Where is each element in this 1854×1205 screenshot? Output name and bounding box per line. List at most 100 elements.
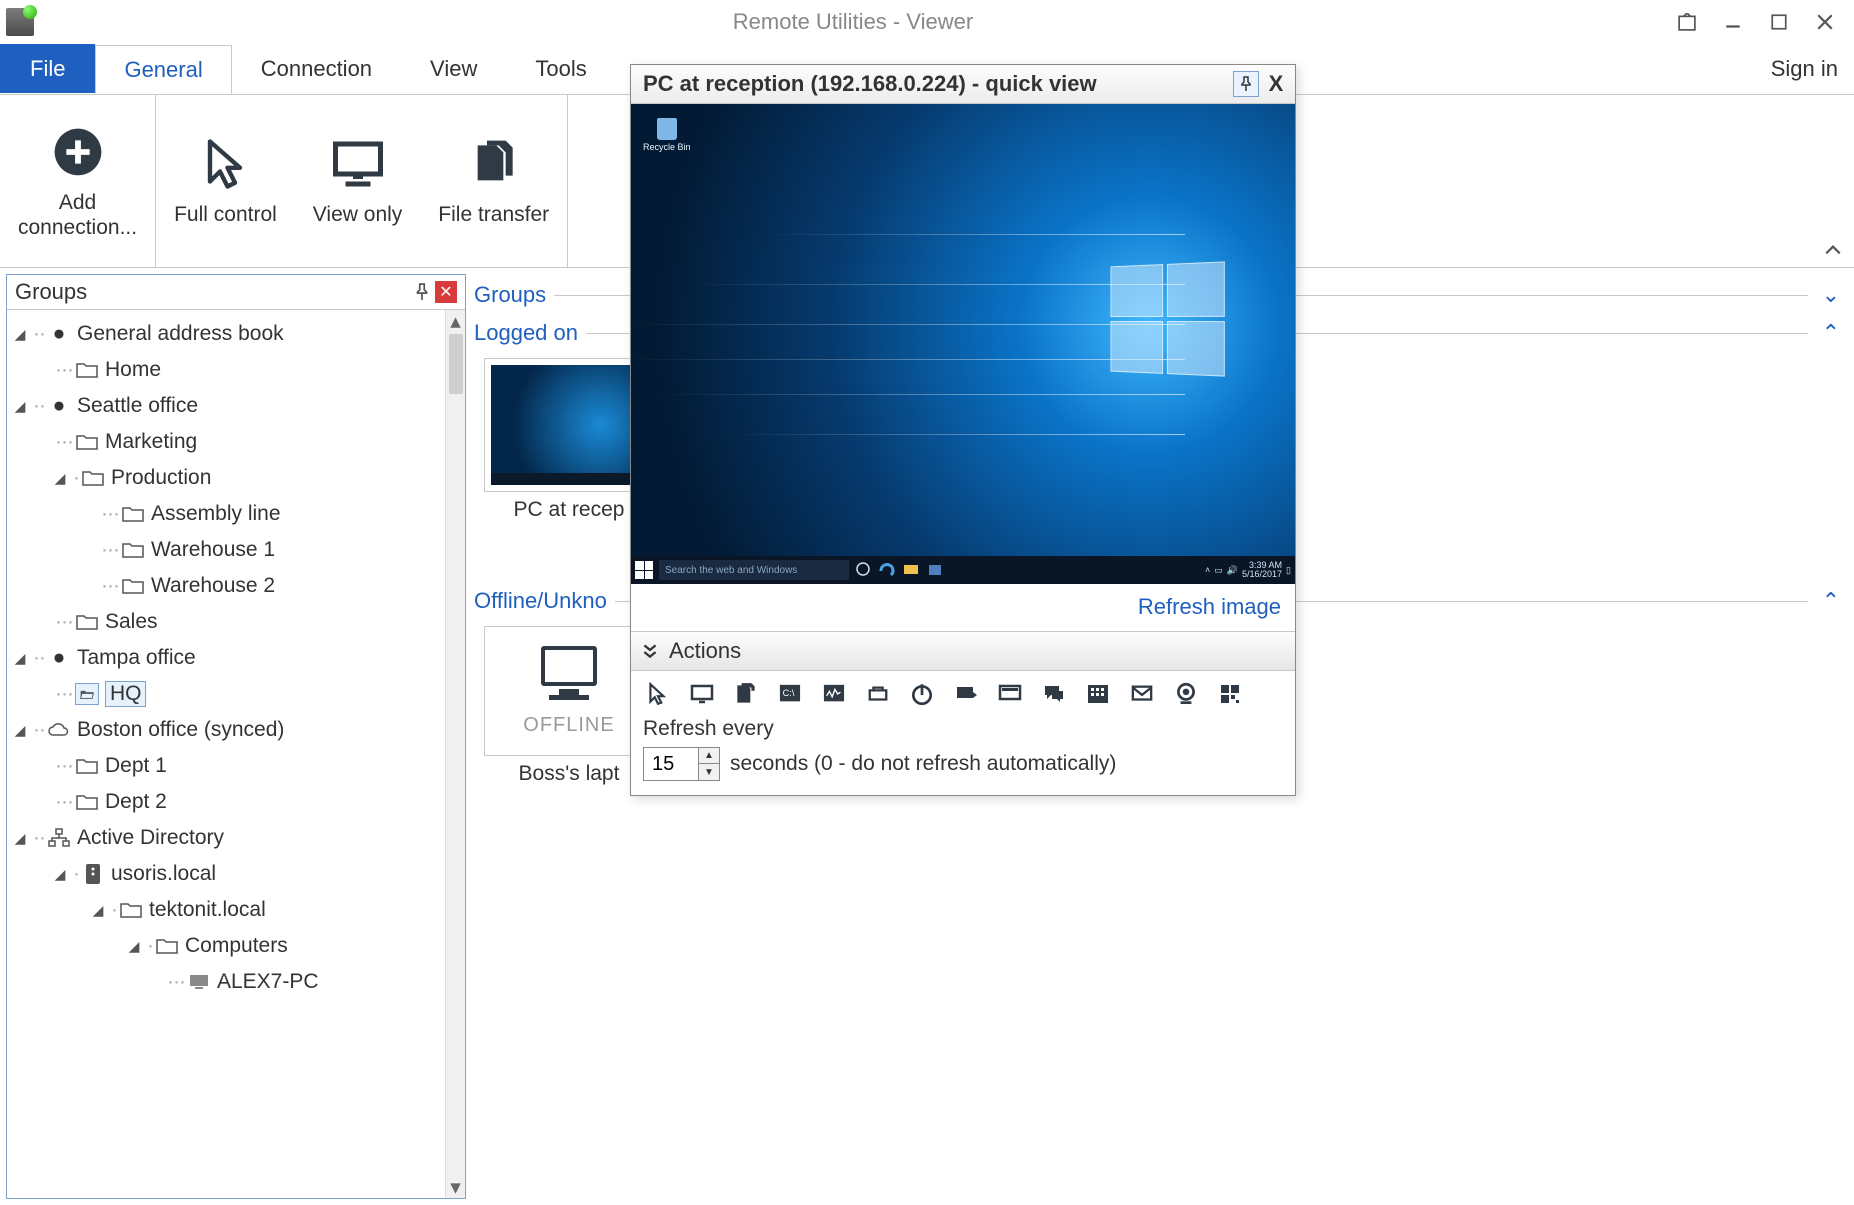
tree-item-tektonit[interactable]: ◢·tektonit.local: [13, 892, 437, 928]
folder-open-icon: [75, 683, 99, 705]
window-title: Remote Utilities - Viewer: [42, 9, 1664, 35]
full-control-label: Full control: [174, 202, 277, 227]
offline-label: OFFLINE: [523, 714, 614, 737]
chat-icon[interactable]: [1039, 681, 1069, 707]
actions-header[interactable]: Actions: [631, 631, 1295, 671]
close-panel-icon[interactable]: ✕: [435, 281, 457, 303]
section-offline[interactable]: Offline/Unkno: [474, 582, 607, 620]
scroll-thumb[interactable]: [449, 334, 463, 394]
tree-scrollbar[interactable]: ▴ ▾: [445, 310, 465, 1198]
maximize-button[interactable]: [1756, 5, 1802, 39]
groups-tree[interactable]: ◢··●General address book ···Home ◢··●Sea…: [7, 310, 445, 1198]
chevron-up-icon[interactable]: ⌃: [1816, 320, 1846, 346]
close-button[interactable]: [1802, 5, 1848, 39]
connection-thumbnail[interactable]: [484, 358, 654, 492]
folder-icon: [75, 791, 99, 813]
quick-view-titlebar[interactable]: PC at reception (192.168.0.224) - quick …: [631, 65, 1295, 104]
file-transfer-button[interactable]: File transfer: [420, 95, 567, 267]
quick-view-panel: PC at reception (192.168.0.224) - quick …: [630, 64, 1296, 796]
tree-item-warehouse-1[interactable]: ···Warehouse 1: [13, 532, 437, 568]
tray-chevron-icon: ˄: [1205, 565, 1210, 575]
tree-item-production[interactable]: ◢·Production: [13, 460, 437, 496]
file-transfer-icon: [464, 134, 524, 194]
tree-item-sales[interactable]: ···Sales: [13, 604, 437, 640]
mail-icon[interactable]: [1127, 681, 1157, 707]
cursor-icon: [195, 134, 255, 194]
refresh-interval-input[interactable]: [644, 753, 698, 776]
spin-down-icon[interactable]: ▼: [699, 764, 719, 780]
tab-view[interactable]: View: [401, 44, 506, 93]
tree-item-boston[interactable]: ◢··Boston office (synced): [13, 712, 437, 748]
remote-desktop-preview[interactable]: Recycle Bin Search the web and Windows ˄…: [631, 104, 1295, 584]
refresh-image-link[interactable]: Refresh image: [631, 584, 1295, 631]
thumbnail-screen: [491, 365, 647, 485]
section-groups[interactable]: Groups: [474, 276, 546, 314]
terminal-icon[interactable]: C:\: [775, 681, 805, 707]
tree-item-alex7[interactable]: ···ALEX7-PC: [13, 964, 437, 1000]
full-control-icon[interactable]: [643, 681, 673, 707]
aux-window-icon[interactable]: [1664, 5, 1710, 39]
scroll-down-icon[interactable]: ▾: [446, 1176, 465, 1198]
quick-view-title: PC at reception (192.168.0.224) - quick …: [643, 71, 1097, 97]
send-message-icon[interactable]: [995, 681, 1025, 707]
tree-item-warehouse-2[interactable]: ···Warehouse 2: [13, 568, 437, 604]
tree-item-computers[interactable]: ◢·Computers: [13, 928, 437, 964]
add-connection-label: Add connection...: [18, 190, 137, 240]
close-icon[interactable]: X: [1263, 71, 1289, 97]
webcam-icon[interactable]: [1171, 681, 1201, 707]
offline-name: Boss's lapt: [484, 762, 654, 786]
tree-item-tampa[interactable]: ◢··●Tampa office: [13, 640, 437, 676]
bullet-icon: ●: [47, 647, 71, 669]
full-control-button[interactable]: Full control: [156, 95, 295, 267]
task-manager-icon[interactable]: [819, 681, 849, 707]
folder-icon: [75, 611, 99, 633]
cloud-icon: [47, 719, 71, 741]
start-icon: [635, 561, 653, 579]
tree-item-dept1[interactable]: ···Dept 1: [13, 748, 437, 784]
tree-item-ad[interactable]: ◢··Active Directory: [13, 820, 437, 856]
tree-item-general-book[interactable]: ◢··●General address book: [13, 316, 437, 352]
chevron-up-icon[interactable]: ⌃: [1816, 588, 1846, 614]
pin-icon[interactable]: [1233, 71, 1259, 97]
chevron-double-down-icon: [641, 642, 659, 660]
tab-file[interactable]: File: [0, 44, 95, 93]
rdp-icon[interactable]: [951, 681, 981, 707]
explorer-icon: [903, 561, 921, 579]
power-icon[interactable]: [907, 681, 937, 707]
file-transfer-action-icon[interactable]: [731, 681, 761, 707]
tree-item-home[interactable]: ···Home: [13, 352, 437, 388]
collapse-ribbon-icon[interactable]: [1824, 241, 1842, 259]
scroll-up-icon[interactable]: ▴: [446, 310, 465, 332]
registry-icon[interactable]: [1215, 681, 1245, 707]
sign-in-link[interactable]: Sign in: [1771, 56, 1854, 82]
view-only-action-icon[interactable]: [687, 681, 717, 707]
tree-item-usoris[interactable]: ◢·usoris.local: [13, 856, 437, 892]
folder-icon: [75, 431, 99, 453]
tree-item-marketing[interactable]: ···Marketing: [13, 424, 437, 460]
add-connection-button[interactable]: Add connection...: [0, 95, 155, 267]
tab-connection[interactable]: Connection: [232, 44, 401, 93]
svg-text:C:\: C:\: [783, 688, 795, 698]
refresh-settings: Refresh every ▲ ▼ seconds (0 - do not re…: [631, 717, 1295, 795]
tree-item-hq[interactable]: ···HQ: [13, 676, 437, 712]
tree-item-assembly[interactable]: ···Assembly line: [13, 496, 437, 532]
section-logged-on[interactable]: Logged on: [474, 314, 578, 352]
offline-thumbnail[interactable]: OFFLINE: [484, 626, 654, 756]
view-only-label: View only: [313, 202, 403, 227]
groups-panel-header: Groups ✕: [7, 275, 465, 310]
refresh-interval-spinner[interactable]: ▲ ▼: [643, 747, 720, 781]
view-only-button[interactable]: View only: [295, 95, 421, 267]
spin-up-icon[interactable]: ▲: [699, 748, 719, 764]
folder-icon: [121, 503, 145, 525]
inventory-icon[interactable]: [863, 681, 893, 707]
tab-general[interactable]: General: [95, 45, 231, 94]
monitor-icon: [541, 646, 597, 686]
tree-item-seattle[interactable]: ◢··●Seattle office: [13, 388, 437, 424]
chevron-down-icon[interactable]: ⌄: [1816, 282, 1846, 308]
screen-recorder-icon[interactable]: [1083, 681, 1113, 707]
file-transfer-label: File transfer: [438, 202, 549, 227]
pin-icon[interactable]: [409, 283, 429, 301]
tab-tools[interactable]: Tools: [506, 44, 615, 93]
tree-item-dept2[interactable]: ···Dept 2: [13, 784, 437, 820]
minimize-button[interactable]: [1710, 5, 1756, 39]
